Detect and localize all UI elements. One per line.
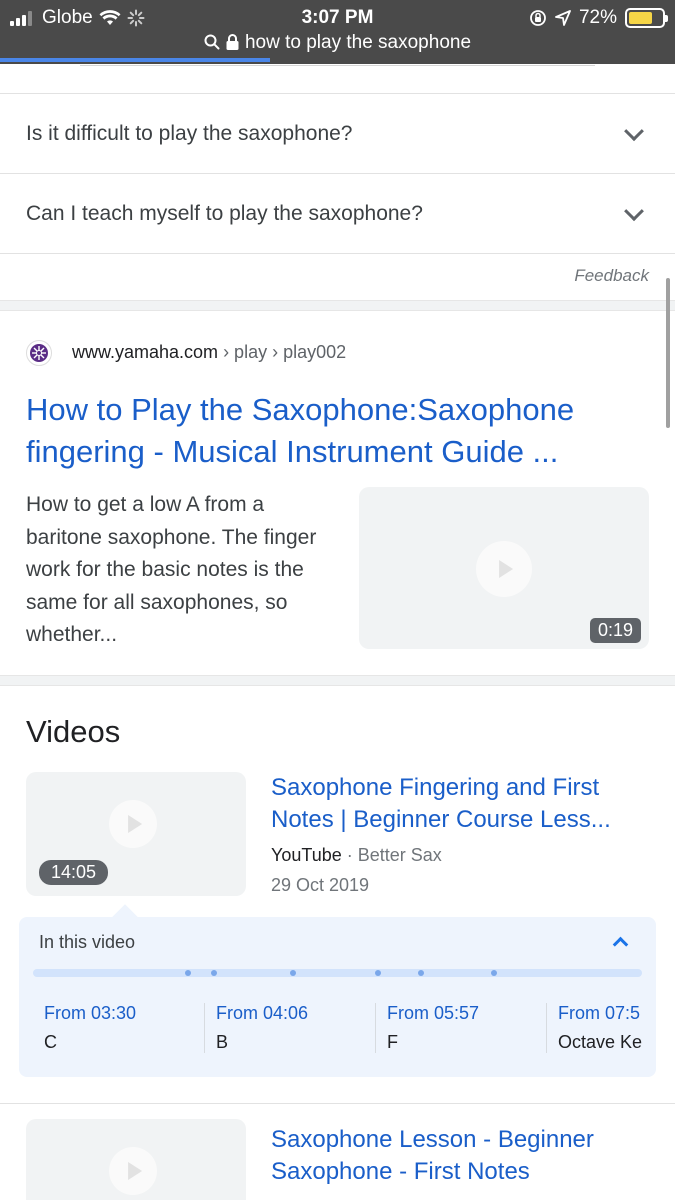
- battery-icon: [625, 8, 668, 28]
- video-channel: · Better Sax: [341, 845, 442, 865]
- section-divider: [0, 675, 675, 686]
- video-source: YouTube · Better Sax: [271, 845, 442, 866]
- chapter-marker[interactable]: [418, 970, 424, 976]
- yamaha-favicon-icon: [26, 340, 52, 366]
- play-icon: [109, 800, 157, 848]
- chapter-marker[interactable]: [290, 970, 296, 976]
- video-duration: 0:19: [589, 618, 641, 643]
- page-load-progress: [0, 58, 270, 62]
- chapter-label: B: [216, 1032, 229, 1052]
- result-breadcrumb-page: play002: [283, 342, 347, 362]
- chapter-marker[interactable]: [211, 970, 217, 976]
- chevron-up-icon[interactable]: [612, 936, 629, 953]
- orientation-lock-icon: [530, 10, 546, 26]
- chapter-time: From 07:5: [558, 1003, 641, 1023]
- faq-bottom-border: [0, 253, 675, 254]
- chapter-marker[interactable]: [491, 970, 497, 976]
- address-bar[interactable]: how to play the saxophone: [0, 32, 675, 54]
- result-snippet: How to get a low A from a baritone saxop…: [26, 493, 317, 646]
- lock-icon: [226, 34, 239, 50]
- result-breadcrumb: › play ›: [218, 342, 284, 362]
- feedback-link[interactable]: Feedback: [574, 266, 649, 286]
- video-thumbnail[interactable]: 14:05: [26, 772, 246, 896]
- section-divider: [0, 300, 675, 311]
- chapter-label: F: [387, 1032, 398, 1052]
- video-separator: [0, 1103, 675, 1104]
- chapter-marker[interactable]: [185, 970, 191, 976]
- play-icon: [109, 1147, 157, 1195]
- search-icon: [204, 34, 220, 50]
- result-domain: www.yamaha.com: [72, 342, 219, 362]
- video-date: 29 Oct 2019: [271, 875, 370, 895]
- in-this-video-panel: In this video From 03:30 C From 04:06 B …: [19, 917, 656, 1077]
- video-platform: YouTube: [271, 845, 342, 865]
- url-text: how to play the saxophone: [244, 32, 472, 53]
- video-title-link[interactable]: Saxophone Lesson - Beginner Saxophone - …: [271, 1124, 651, 1188]
- scrollbar[interactable]: [666, 278, 670, 428]
- chapter-item[interactable]: From 07:5 Octave Ke: [546, 1003, 656, 1053]
- battery-percent: 72%: [578, 7, 617, 28]
- result-url[interactable]: www.yamaha.com › play › play002: [72, 342, 346, 363]
- video-timeline[interactable]: [33, 969, 642, 977]
- chapter-time: From 04:06: [216, 1003, 309, 1023]
- video-title-link[interactable]: Saxophone Fingering and First Notes | Be…: [271, 772, 651, 836]
- location-arrow-icon: [555, 10, 571, 26]
- chapter-label: C: [44, 1032, 57, 1052]
- videos-heading: Videos: [26, 714, 121, 749]
- faq-item[interactable]: Can I teach myself to play the saxophone…: [0, 173, 675, 253]
- chapter-time: From 05:57: [387, 1003, 480, 1023]
- chevron-down-icon[interactable]: [624, 200, 644, 221]
- play-icon: [476, 541, 532, 597]
- video-duration: 14:05: [39, 860, 109, 885]
- chapter-item[interactable]: From 03:30 C: [33, 1003, 203, 1053]
- chevron-down-icon[interactable]: [624, 120, 644, 141]
- video-thumbnail[interactable]: [26, 1119, 246, 1200]
- partially-hidden-text: [0, 63, 675, 69]
- chapter-time: From 03:30: [44, 1003, 137, 1023]
- in-this-video-heading: In this video: [39, 932, 136, 952]
- result-title-link[interactable]: How to Play the Saxophone:Saxophone fing…: [26, 389, 636, 473]
- chapter-list: From 03:30 C From 04:06 B From 05:57 F F…: [19, 1003, 656, 1063]
- result-video-thumbnail[interactable]: 0:19: [359, 487, 649, 649]
- faq-item[interactable]: Is it difficult to play the saxophone?: [0, 93, 675, 173]
- status-bar: Globe 3:07 PM 72% how to play the saxoph…: [0, 0, 675, 64]
- chapter-label: Octave Ke: [558, 1032, 643, 1052]
- faq-question: Can I teach myself to play the saxophone…: [26, 201, 423, 225]
- chapter-item[interactable]: From 05:57 F: [375, 1003, 545, 1053]
- faq-question: Is it difficult to play the saxophone?: [26, 121, 353, 145]
- chapter-item[interactable]: From 04:06 B: [204, 1003, 374, 1053]
- chapter-marker[interactable]: [375, 970, 381, 976]
